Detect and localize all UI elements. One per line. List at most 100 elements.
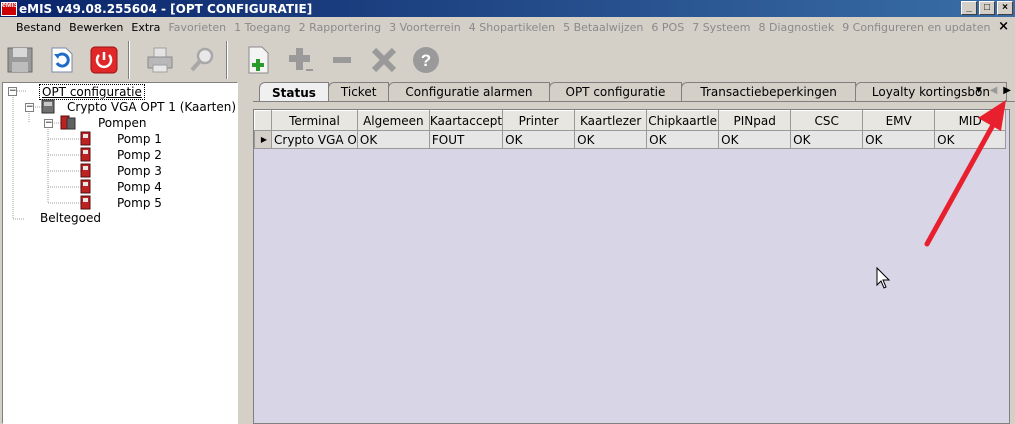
menu-favorieten[interactable]: Favorieten [164,21,230,34]
menu-configureren[interactable]: 9 Configureren en updaten [838,21,994,34]
tree-root-label: OPT configuratie [39,84,145,100]
print-icon[interactable] [142,42,178,78]
table-cell[interactable]: OK [574,130,648,149]
minimize-button[interactable]: _ [961,1,977,15]
row-selector-header [254,110,272,131]
menu-rapportering[interactable]: 2 Rapportering [295,21,385,34]
new-document-icon[interactable] [240,42,276,78]
tab-transactiebeperkingen[interactable]: Transactiebeperkingen [681,82,856,101]
save-icon[interactable] [2,42,38,78]
pump-icon [80,163,91,178]
table-cell[interactable]: FOUT [428,130,504,149]
tree-item-opt-configuratie[interactable]: OPT configuratie [39,84,145,100]
menu-pos[interactable]: 6 POS [647,21,688,34]
column-header[interactable]: MID [934,110,1007,131]
row-selector-icon[interactable]: ▶ [254,130,272,149]
tree-item-terminal[interactable]: Crypto VGA OPT 1 (Kaarten) [41,99,236,114]
table-cell[interactable]: OK [356,130,430,149]
tab-strip: Status Ticket Configuratie alarmen OPT c… [259,82,1007,102]
tree-view: − − − OPT configuratie Crypto VGA OPT 1 … [2,82,238,424]
pump-icon [80,195,91,210]
table-cell[interactable]: Crypto VGA O [271,130,358,149]
app-logo-icon: eMIS [1,1,17,16]
column-header[interactable]: CSC [790,110,864,131]
menu-voorterrein[interactable]: 3 Voorterrein [385,21,465,34]
tab-underline [253,101,1015,102]
tree-item-beltegoed[interactable]: Beltegoed [40,211,101,225]
menu-bestand[interactable]: Bestand [12,21,65,34]
column-header[interactable]: PINpad [718,110,792,131]
table-cell[interactable]: OK [790,130,864,149]
tab-configuratie-alarmen[interactable]: Configuratie alarmen [388,82,550,101]
add-icon[interactable] [282,42,318,78]
menu-toegang[interactable]: 1 Toegang [230,21,295,34]
tree-pumps-label: Pompen [98,115,147,130]
table-cell[interactable]: OK [646,130,720,149]
tree-item-pomp-5[interactable]: Pomp 5 [79,195,162,210]
column-header[interactable]: Kaartlezer [574,110,648,131]
help-icon[interactable]: ? [408,42,444,78]
tree-item-pomp-3[interactable]: Pomp 3 [79,163,162,178]
tree-pump-label: Pomp 4 [117,179,162,194]
tab-opt-configuratie[interactable]: OPT configuratie [548,82,683,101]
menu-systeem[interactable]: 7 Systeem [688,21,754,34]
tab-status[interactable]: Status [259,82,329,102]
undo-icon[interactable] [44,42,80,78]
menu-betaalwijzen[interactable]: 5 Betaalwijzen [559,21,647,34]
collapse-terminal-icon[interactable]: − [25,103,34,112]
title-bar: eMIS eMIS v49.08.255604 - [OPT CONFIGURA… [0,0,1015,17]
remove-icon[interactable] [324,42,360,78]
table-cell[interactable]: OK [718,130,792,149]
tree-pump-label: Pomp 5 [117,195,162,210]
mdi-close-icon[interactable]: × [998,19,1009,34]
svg-text:?: ? [421,51,431,70]
tree-pump-label: Pomp 1 [117,131,162,146]
menu-extra[interactable]: Extra [127,21,164,34]
column-header[interactable]: Kaartaccept [428,110,504,131]
table-row[interactable]: ▶ Crypto VGA O OK FOUT OK OK OK OK OK OK… [254,130,1007,149]
window-title: eMIS v49.08.255604 - [OPT CONFIGURATIE] [19,1,313,16]
column-header[interactable]: Algemeen [356,110,430,131]
tab-scroll-left-icon[interactable]: ◀ [990,85,998,96]
tree-item-pomp-2[interactable]: Pomp 2 [79,147,162,162]
table-cell[interactable]: OK [934,130,1007,149]
column-header[interactable]: Printer [502,110,576,131]
close-button[interactable]: × [997,1,1013,15]
tree-pump-label: Pomp 2 [117,147,162,162]
tree-pump-label: Pomp 3 [117,163,162,178]
tab-scroll-right-icon[interactable]: ▶ [1003,85,1011,96]
pump-icon [80,131,91,146]
tree-item-pomp-1[interactable]: Pomp 1 [79,131,162,146]
table-cell[interactable]: OK [502,130,576,149]
search-icon[interactable] [184,42,220,78]
collapse-pumps-icon[interactable]: − [44,119,53,128]
toolbar-separator [226,41,228,79]
menu-diagnostiek[interactable]: 8 Diagnostiek [755,21,839,34]
tree-item-pompen[interactable]: Pompen [60,115,146,130]
pumps-icon [60,115,76,130]
status-grid: Terminal Algemeen Kaartaccept Printer Ka… [253,109,1010,424]
tab-navigation: ▼ ◀ ▶ [974,85,1011,96]
delete-icon[interactable] [366,42,402,78]
power-icon[interactable] [86,42,122,78]
toolbar-separator [128,41,130,79]
menu-shopartikelen[interactable]: 4 Shopartikelen [465,21,559,34]
tab-list-dropdown-icon[interactable]: ▼ [974,85,984,96]
maximize-button[interactable]: □ [979,1,995,15]
column-header[interactable]: Chipkaartle [646,110,720,131]
menu-bewerken[interactable]: Bewerken [65,21,127,34]
table-header-row: Terminal Algemeen Kaartaccept Printer Ka… [254,110,1007,131]
tab-ticket[interactable]: Ticket [327,82,390,101]
table-cell[interactable]: OK [862,130,936,149]
tree-item-pomp-4[interactable]: Pomp 4 [79,179,162,194]
pump-icon [80,179,91,194]
tree-credit-label: Beltegoed [40,211,101,225]
column-header[interactable]: Terminal [271,110,358,131]
column-header[interactable]: EMV [862,110,936,131]
toolbar: ? [0,38,1015,82]
status-table: Terminal Algemeen Kaartaccept Printer Ka… [254,110,1007,149]
collapse-root-icon[interactable]: − [8,87,17,96]
terminal-icon [41,99,55,114]
content-pane: Status Ticket Configuratie alarmen OPT c… [245,82,1015,424]
pump-icon [80,147,91,162]
